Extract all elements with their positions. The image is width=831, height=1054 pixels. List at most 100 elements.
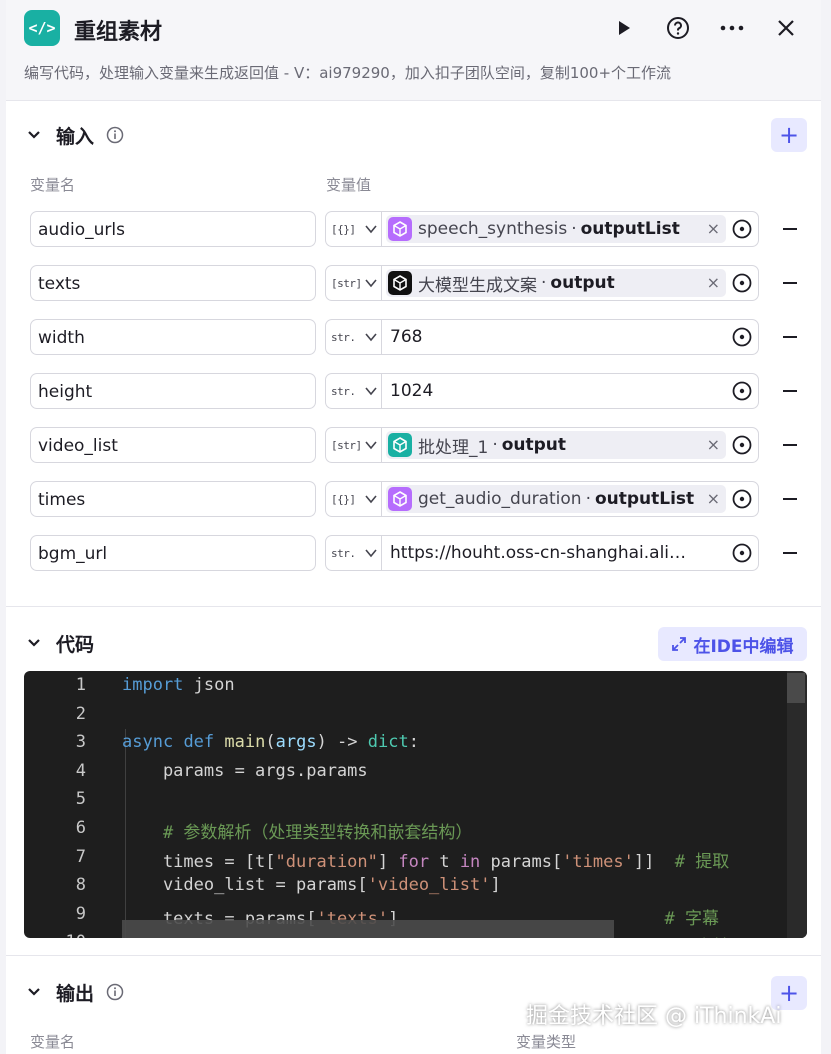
type-selector[interactable]: [str] <box>326 428 382 462</box>
info-icon[interactable] <box>106 126 124 144</box>
variable-name-header: 变量名 <box>30 176 76 194</box>
edit-in-ide-button[interactable]: 在IDE中编辑 <box>658 627 807 661</box>
remove-row-icon[interactable] <box>780 489 800 509</box>
type-selector[interactable]: str. <box>326 320 382 354</box>
reference-picker-icon[interactable] <box>732 543 752 563</box>
type-icon: str. <box>331 330 356 344</box>
reference-tag[interactable]: get_audio_duration · outputList × <box>386 485 726 513</box>
info-icon[interactable] <box>106 983 124 1001</box>
scroll-thumb[interactable] <box>787 673 805 703</box>
reference-tag[interactable]: 大模型生成文案 · output × <box>386 269 726 297</box>
variable-name-input[interactable]: width <box>30 319 316 355</box>
editor-horizontal-scrollbar[interactable] <box>122 920 614 938</box>
value-text[interactable]: 1024 <box>390 374 690 408</box>
type-icon: str. <box>331 546 356 560</box>
reference-picker-icon[interactable] <box>732 327 752 347</box>
reference-picker-icon[interactable] <box>732 489 752 509</box>
code-line: # 参数解析（处理类型转换和嵌套结构） <box>162 823 473 843</box>
reference-field-name: outputList <box>594 489 695 509</box>
reference-separator: · <box>571 219 577 239</box>
chevron-down-icon <box>365 387 377 396</box>
reference-node-name: speech_synthesis <box>418 219 568 239</box>
reference-field-name: outputList <box>580 219 680 239</box>
type-selector[interactable]: [str] <box>326 266 382 300</box>
clear-reference-icon[interactable]: × <box>707 273 720 292</box>
code-editor[interactable]: 1 import json 2 3 async def main(args) -> di… <box>24 671 807 938</box>
remove-row-icon[interactable] <box>780 219 800 239</box>
node-title[interactable]: 重组素材 <box>74 14 162 46</box>
remove-row-icon[interactable] <box>780 327 800 347</box>
variable-value-field[interactable]: str. https://houht.oss-cn-shanghai.aliyu… <box>325 535 759 571</box>
variable-value-field[interactable]: [str] 大模型生成文案 · output × <box>325 265 759 301</box>
type-icon: [{}] <box>331 492 356 506</box>
add-input-button[interactable]: + <box>771 118 807 152</box>
collapse-input-chevron-icon[interactable] <box>26 127 42 143</box>
reference-tag[interactable]: speech_synthesis · outputList × <box>386 215 726 243</box>
more-dots-icon <box>720 25 744 31</box>
type-icon: [str] <box>331 276 362 290</box>
variable-value-field[interactable]: str. 1024 <box>325 373 759 409</box>
variable-name-input[interactable]: audio_urls <box>30 211 316 247</box>
variable-value-header: 变量值 <box>326 176 372 194</box>
value-text[interactable]: https://houht.oss-cn-shanghai.aliyu… <box>390 536 690 570</box>
type-selector[interactable]: [{}] <box>326 212 382 246</box>
edit-in-ide-label: 在IDE中编辑 <box>693 636 794 657</box>
line-number: 4 <box>75 760 86 781</box>
input-row: video_list [str] 批处理_1 · output × <box>30 427 810 465</box>
reference-picker-icon[interactable] <box>732 381 752 401</box>
reference-tag[interactable]: 批处理_1 · output × <box>386 431 726 459</box>
input-row: width str. 768 <box>30 319 810 357</box>
type-selector[interactable]: str. <box>326 374 382 408</box>
chevron-down-icon <box>365 333 377 342</box>
variable-value-field[interactable]: [{}] get_audio_duration · outputList × <box>325 481 759 517</box>
watermark: 掘金技术社区 @ iThinkAi <box>526 1004 782 1029</box>
collapse-output-chevron-icon[interactable] <box>26 984 42 1000</box>
variable-name-input[interactable]: texts <box>30 265 316 301</box>
reference-picker-icon[interactable] <box>732 435 752 455</box>
remove-row-icon[interactable] <box>780 435 800 455</box>
output-variable-type-header: 变量类型 <box>516 1033 577 1051</box>
output-section-title: 输出 <box>56 983 95 1005</box>
variable-name-input[interactable]: times <box>30 481 316 517</box>
type-selector[interactable]: str. <box>326 536 382 570</box>
line-number: 9 <box>75 903 86 924</box>
variable-name-input[interactable]: height <box>30 373 316 409</box>
plus-icon: + <box>778 121 800 149</box>
reference-field-name: output <box>550 273 615 293</box>
type-icon: [{}] <box>331 222 356 236</box>
remove-row-icon[interactable] <box>780 543 800 563</box>
collapse-code-chevron-icon[interactable] <box>26 635 42 651</box>
input-row: texts [str] 大模型生成文案 · output × <box>30 265 810 303</box>
clear-reference-icon[interactable]: × <box>707 435 720 454</box>
variable-name-input[interactable]: video_list <box>30 427 316 463</box>
remove-row-icon[interactable] <box>780 273 800 293</box>
plus-icon: + <box>778 979 800 1007</box>
remove-row-icon[interactable] <box>780 381 800 401</box>
reference-picker-icon[interactable] <box>732 219 752 239</box>
reference-picker-icon[interactable] <box>732 273 752 293</box>
run-button[interactable] <box>608 12 640 44</box>
reference-field-name: output <box>501 435 567 455</box>
editor-vertical-scrollbar[interactable] <box>787 671 807 938</box>
value-text[interactable]: 768 <box>390 320 690 354</box>
node-icon <box>388 487 412 511</box>
variable-value-field[interactable]: str. 768 <box>325 319 759 355</box>
more-button[interactable] <box>716 12 748 44</box>
reference-node-name: 大模型生成文案 <box>418 275 537 296</box>
input-row: audio_urls [{}] speech_synthesis · outputLis… <box>30 211 810 249</box>
expand-icon <box>672 637 687 651</box>
variable-name-input[interactable]: bgm_url <box>30 535 316 571</box>
close-button[interactable] <box>770 12 802 44</box>
type-selector[interactable]: [{}] <box>326 482 382 516</box>
line-number: 7 <box>75 846 86 867</box>
variable-value-field[interactable]: [str] 批处理_1 · output × <box>325 427 759 463</box>
code-line: times = [t["duration"] for t in params['… <box>122 851 730 872</box>
line-number: 2 <box>75 703 86 724</box>
variable-value-field[interactable]: [{}] speech_synthesis · outputList × <box>325 211 759 247</box>
type-icon: [str] <box>331 438 362 452</box>
code-line: async def main(args) -> dict: <box>122 732 419 753</box>
clear-reference-icon[interactable]: × <box>707 489 720 508</box>
clear-reference-icon[interactable]: × <box>707 219 720 238</box>
reference-node-name: get_audio_duration <box>418 489 582 509</box>
help-button[interactable] <box>662 12 694 44</box>
